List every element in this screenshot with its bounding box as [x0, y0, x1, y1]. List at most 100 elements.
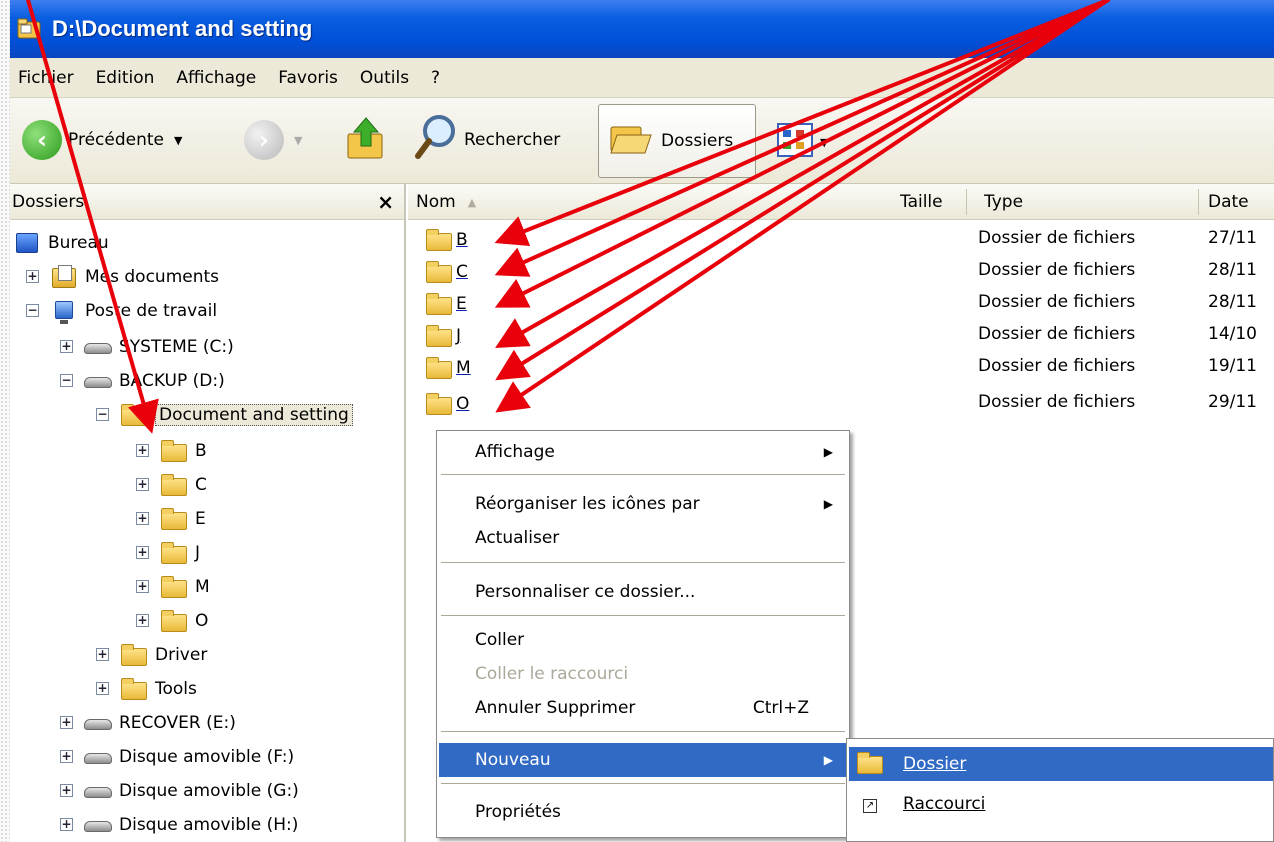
tree-item-recover-e[interactable]: + RECOVER (E:) — [60, 706, 236, 739]
column-header-taille[interactable]: Taille — [900, 184, 943, 220]
list-item-e[interactable]: E — [424, 288, 536, 320]
tree-item-e[interactable]: + E — [136, 502, 206, 535]
menu-item-affichage[interactable]: Affichage ▶ — [439, 435, 847, 469]
drive-icon — [83, 711, 113, 735]
title-bar[interactable]: D:\Document and setting — [10, 0, 1274, 58]
tree-item-c[interactable]: + C — [136, 468, 207, 501]
expand-icon[interactable]: + — [96, 682, 109, 695]
window-title: D:\Document and setting — [52, 16, 313, 41]
folder-icon — [159, 575, 189, 599]
menu-item-coller[interactable]: Coller — [439, 623, 847, 657]
expand-icon[interactable]: + — [60, 716, 73, 729]
collapse-icon[interactable]: − — [26, 304, 39, 317]
collapse-icon[interactable]: − — [60, 374, 73, 387]
folders-pane-header: Dossiers × — [10, 184, 404, 220]
menu-affichage[interactable]: Affichage — [165, 68, 267, 88]
views-dropdown-icon[interactable]: ▼ — [820, 136, 828, 149]
list-item-type: Dossier de fichiers — [978, 356, 1136, 376]
forward-dropdown-icon[interactable]: ▼ — [294, 134, 302, 147]
tree-item-bureau[interactable]: Bureau — [12, 226, 109, 259]
menu-favoris[interactable]: Favoris — [267, 68, 349, 88]
list-item-c[interactable]: C — [424, 256, 536, 288]
submenu-item-label: Dossier — [903, 754, 967, 774]
expand-icon[interactable]: + — [96, 648, 109, 661]
menu-item-personnaliser[interactable]: Personnaliser ce dossier... — [439, 575, 847, 609]
up-folder-icon — [344, 114, 388, 167]
expand-icon[interactable]: + — [136, 512, 149, 525]
tree-item-m[interactable]: + M — [136, 570, 210, 603]
menu-fichier[interactable]: Fichier — [10, 68, 85, 88]
menu-outils[interactable]: Outils — [349, 68, 420, 88]
back-dropdown-icon[interactable]: ▼ — [174, 134, 182, 147]
column-separator[interactable] — [1198, 189, 1199, 215]
menu-item-label: Actualiser — [475, 528, 560, 548]
expand-icon[interactable]: + — [136, 478, 149, 491]
expand-icon[interactable]: + — [26, 270, 39, 283]
desktop-icon — [12, 231, 42, 255]
back-button[interactable]: ‹ Précédente ▼ — [22, 120, 182, 160]
expand-icon[interactable]: + — [136, 580, 149, 593]
tree-item-label: Bureau — [48, 232, 109, 253]
tree-item-document-and-setting[interactable]: − Document and setting — [96, 398, 353, 431]
tree-item-tools[interactable]: + Tools — [96, 672, 197, 705]
menu-help[interactable]: ? — [420, 68, 451, 88]
tree-item-label: RECOVER (E:) — [119, 712, 236, 733]
tree-item-driver[interactable]: + Driver — [96, 638, 207, 671]
collapse-icon[interactable]: − — [96, 408, 109, 421]
tree-item-o[interactable]: + O — [136, 604, 208, 637]
expand-icon[interactable]: + — [136, 444, 149, 457]
folders-button[interactable]: Dossiers — [598, 104, 756, 178]
tree-item-disque-h[interactable]: + Disque amovible (H:) — [60, 808, 298, 841]
expand-icon[interactable]: + — [136, 614, 149, 627]
tree-item-systeme-c[interactable]: + SYSTEME (C:) — [60, 330, 234, 363]
submenu-item-dossier[interactable]: Dossier — [849, 747, 1273, 781]
tree-item-b[interactable]: + B — [136, 434, 207, 467]
drive-icon — [83, 335, 113, 359]
search-button[interactable]: Rechercher — [414, 112, 560, 167]
list-item-b[interactable]: B — [424, 224, 536, 256]
close-icon[interactable]: × — [377, 190, 394, 214]
menu-item-nouveau[interactable]: Nouveau ▶ — [439, 743, 847, 777]
tree-item-label: C — [195, 474, 207, 495]
folder-icon — [119, 677, 149, 701]
menu-item-annuler-supprimer[interactable]: Annuler Supprimer Ctrl+Z — [439, 691, 847, 725]
tree-item-j[interactable]: + J — [136, 536, 200, 569]
column-header-nom[interactable]: Nom ▲ — [416, 184, 476, 220]
up-folder-button[interactable] — [344, 114, 388, 167]
list-item-o[interactable]: O — [424, 388, 536, 420]
column-header-type[interactable]: Type — [984, 184, 1023, 220]
list-item-type: Dossier de fichiers — [978, 324, 1136, 344]
menu-separator — [441, 562, 845, 564]
expand-icon[interactable]: + — [60, 750, 73, 763]
column-separator[interactable] — [966, 189, 967, 215]
tree-item-disque-f[interactable]: + Disque amovible (F:) — [60, 740, 294, 773]
menu-separator — [441, 783, 845, 785]
forward-button[interactable]: › ▼ — [244, 120, 302, 160]
menu-edition[interactable]: Edition — [85, 68, 166, 88]
views-button[interactable]: ▼ — [776, 122, 828, 163]
column-label: Nom — [416, 192, 456, 212]
menu-item-actualiser[interactable]: Actualiser — [439, 521, 847, 555]
list-item-j[interactable]: J — [424, 320, 536, 352]
column-header-date[interactable]: Date — [1208, 184, 1249, 220]
removable-drive-icon — [83, 779, 113, 803]
back-arrow-icon: ‹ — [22, 120, 62, 160]
list-item-m[interactable]: M — [424, 352, 536, 384]
folder-icon — [424, 392, 456, 416]
tree-item-label: BACKUP (D:) — [119, 370, 225, 391]
tree-item-disque-g[interactable]: + Disque amovible (G:) — [60, 774, 299, 807]
menu-item-proprietes[interactable]: Propriétés — [439, 795, 847, 829]
expand-icon[interactable]: + — [136, 546, 149, 559]
tree-item-poste-de-travail[interactable]: − Poste de travail — [26, 294, 217, 327]
search-icon — [414, 112, 458, 167]
list-item-date: 19/11 — [1208, 356, 1257, 376]
tree-item-label: B — [195, 440, 207, 461]
tree-item-backup-d[interactable]: − BACKUP (D:) — [60, 364, 225, 397]
submenu-item-raccourci[interactable]: ↗ Raccourci — [849, 787, 1273, 821]
menu-item-reorganiser[interactable]: Réorganiser les icônes par ▶ — [439, 487, 847, 521]
toolbar: ‹ Précédente ▼ › ▼ Rechercher Dossiers ▼ — [10, 98, 1274, 184]
expand-icon[interactable]: + — [60, 784, 73, 797]
expand-icon[interactable]: + — [60, 340, 73, 353]
tree-item-mes-documents[interactable]: + Mes documents — [26, 260, 219, 293]
expand-icon[interactable]: + — [60, 818, 73, 831]
